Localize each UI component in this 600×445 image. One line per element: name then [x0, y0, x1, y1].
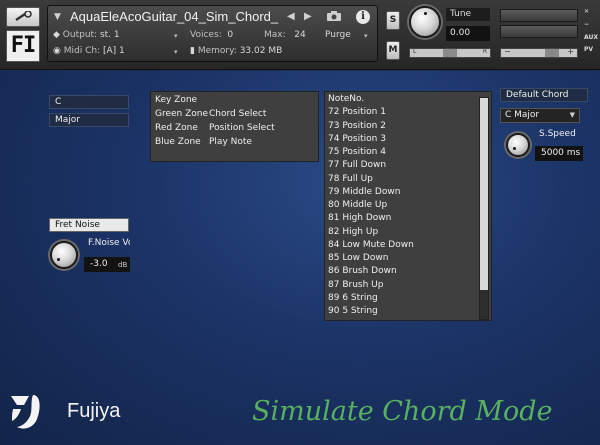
list-item: 90 5 String [328, 306, 378, 316]
brand-name: Fujiya [67, 400, 121, 422]
fret-noise-button[interactable]: Fret Noise [49, 218, 129, 232]
pan-slider-thumb[interactable] [443, 49, 457, 57]
instrument-panel: ▼ AquaEleAcoGuitar_04_Sim_Chord_ ◀ ▶ i ◆… [47, 5, 378, 62]
key-zone-row: Red Zone Position Select [155, 123, 275, 133]
fret-noise-knob-label: F.Noise Vo [88, 238, 130, 248]
tune-knob[interactable] [409, 6, 441, 38]
purge-button[interactable]: Purge [325, 30, 351, 40]
aux-label[interactable]: AUX [584, 34, 598, 41]
volume-slider-thumb[interactable] [545, 49, 559, 57]
collapse-arrow-icon[interactable]: ▼ [54, 12, 61, 22]
list-item: 80 Middle Up [328, 200, 388, 210]
mute-button[interactable]: M [386, 41, 400, 60]
list-item: 72 Position 1 [328, 107, 386, 118]
key-select[interactable]: C [49, 95, 129, 109]
scale-select[interactable]: Major [49, 113, 129, 127]
purge-dropdown-icon[interactable]: ▾ [364, 32, 368, 40]
close-icon[interactable]: ✕ [584, 8, 589, 15]
mode-title: Simulate Chord Mode [252, 396, 553, 427]
voices-row: Voices: 0 [190, 30, 234, 40]
list-item: 89 6 String [328, 292, 378, 303]
midi-channel-row[interactable]: ◉ Midi Ch: [A] 1 [53, 46, 125, 56]
list-item: 79 Middle Down [328, 186, 401, 197]
note-list-items: NoteNo. 72 Position 1 73 Position 2 74 P… [325, 92, 491, 318]
scrollbar-thumb[interactable] [480, 98, 488, 290]
output-icon: ◆ [53, 30, 60, 40]
next-instrument-icon[interactable]: ▶ [304, 11, 312, 22]
output-value: st. 1 [99, 30, 120, 40]
chord-select[interactable]: C Major ▼ [500, 108, 580, 123]
speed-value[interactable]: 5000 ms [535, 146, 583, 161]
list-item: 86 Brush Down [328, 266, 397, 277]
volume-slider[interactable]: − + [500, 47, 578, 58]
tune-value[interactable]: 0.00 [446, 26, 490, 41]
minimize-icon[interactable]: − [584, 21, 589, 28]
note-list-header: NoteNo. [328, 94, 365, 104]
midi-icon: ◉ [53, 46, 61, 56]
fi-logo: FI [6, 30, 40, 62]
list-item: 74 Position 3 [328, 133, 386, 144]
solo-button[interactable]: S [386, 11, 400, 30]
voices-value: 0 [227, 30, 234, 40]
key-zone-row: Blue Zone Play Note [155, 137, 252, 147]
fujiya-logo-icon [11, 395, 40, 429]
wrench-icon[interactable] [6, 7, 40, 27]
list-item: 77 Full Down [328, 160, 387, 171]
instrument-body: C Major Key Zone Green Zone Chord Select … [0, 71, 600, 445]
level-meter-left [500, 9, 578, 22]
note-list-scrollbar[interactable] [479, 97, 489, 320]
tune-label: Tune [446, 8, 490, 21]
prev-instrument-icon[interactable]: ◀ [287, 11, 295, 22]
speed-label: S.Speed [539, 129, 576, 139]
memory-row: ▮ Memory: 33.02 MB [190, 46, 283, 56]
list-item: 87 Brush Up [328, 279, 384, 290]
key-zone-panel: Key Zone Green Zone Chord Select Red Zone… [150, 91, 319, 162]
max-voices-row[interactable]: Max: 24 [264, 30, 306, 40]
list-item: 73 Position 2 [328, 120, 386, 131]
midi-dropdown-icon[interactable]: ▾ [174, 48, 178, 56]
max-voices-value: 24 [294, 30, 306, 40]
list-item: 75 Position 4 [328, 147, 386, 157]
fret-noise-unit: dB [118, 261, 128, 269]
memory-value: 33.02 MB [239, 46, 283, 56]
list-item: 84 Low Mute Down [328, 239, 414, 250]
pan-slider[interactable]: L R [409, 48, 491, 58]
note-number-list: NoteNo. 72 Position 1 73 Position 2 74 P… [324, 91, 492, 321]
speed-knob[interactable] [506, 133, 530, 157]
list-item: 85 Low Down [328, 253, 389, 263]
camera-icon[interactable] [327, 11, 341, 21]
output-row[interactable]: ◆ Output: st. 1 [53, 30, 120, 40]
list-item: 78 Full Up [328, 173, 373, 184]
default-chord-label: Default Chord [500, 88, 588, 102]
list-item: 81 High Down [328, 213, 392, 224]
key-zone-title: Key Zone [155, 95, 198, 105]
instrument-header: FI ▼ AquaEleAcoGuitar_04_Sim_Chord_ ◀ ▶ … [0, 0, 600, 70]
list-item: 82 High Up [328, 226, 379, 237]
chevron-down-icon: ▼ [569, 111, 575, 119]
pv-label[interactable]: PV [584, 46, 593, 53]
midi-channel-value: [A] 1 [102, 46, 125, 56]
fret-noise-knob[interactable] [50, 241, 78, 269]
output-dropdown-icon[interactable]: ▾ [174, 32, 178, 40]
info-icon[interactable]: i [356, 10, 370, 24]
instrument-name[interactable]: AquaEleAcoGuitar_04_Sim_Chord_ [70, 9, 280, 24]
memory-icon: ▮ [190, 46, 195, 56]
key-zone-row: Green Zone Chord Select [155, 109, 267, 119]
level-meter-right [500, 25, 578, 38]
